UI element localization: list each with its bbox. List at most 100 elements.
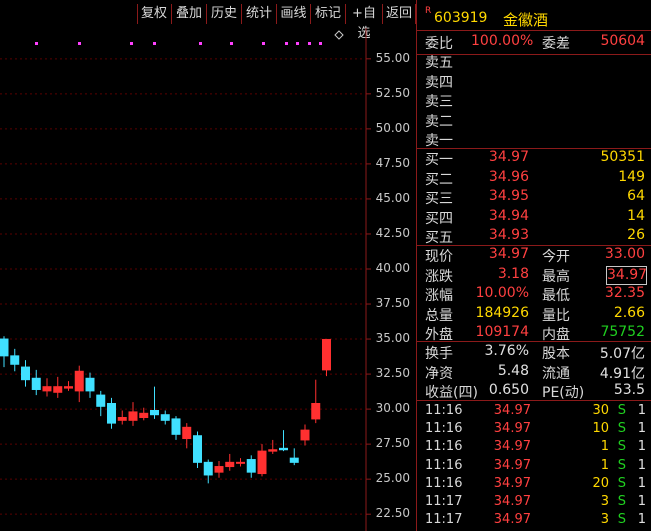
trade-time: 11:16 — [425, 457, 463, 473]
candle-body[interactable] — [182, 426, 192, 440]
event-marker[interactable] — [78, 42, 81, 45]
buy_orders-row[interactable]: 买一 34.97 50351 — [417, 149, 651, 169]
sell_orders-row[interactable]: 卖二 — [417, 111, 651, 131]
trade-row[interactable]: 11:16 34.97 30 S 1 — [417, 403, 651, 421]
candle-body[interactable] — [257, 450, 267, 475]
candle-body[interactable] — [171, 418, 181, 435]
candle-body[interactable] — [236, 461, 245, 464]
candle-body[interactable] — [311, 402, 321, 420]
event-marker[interactable] — [153, 42, 156, 45]
event-marker[interactable] — [285, 42, 288, 45]
trade-row[interactable]: 11:16 34.97 1 S 1 — [417, 439, 651, 457]
stat-label: 收益(四) — [425, 385, 478, 401]
stock-flag: R — [425, 6, 432, 16]
candle-body[interactable] — [53, 386, 63, 393]
trade-side: S — [617, 421, 626, 437]
trade-row[interactable]: 11:17 34.97 3 S 1 — [417, 512, 651, 530]
candle-body[interactable] — [268, 449, 278, 452]
event-marker[interactable] — [230, 42, 233, 45]
candle-body[interactable] — [0, 338, 9, 357]
trade-row[interactable]: 11:16 34.97 1 S 1 — [417, 458, 651, 476]
event-marker[interactable] — [199, 42, 202, 45]
candle-body[interactable] — [193, 435, 202, 463]
candlestick-chart[interactable]: 55.00 52.50 50.00 47.50 45.00 42.50 40.00 37.50… — [0, 28, 416, 531]
candle-body[interactable] — [322, 338, 331, 371]
stat-value: 0.650 — [488, 382, 529, 398]
candle-body[interactable] — [279, 447, 288, 451]
trade-volume: 1 — [600, 457, 609, 473]
stat-label: 最高 — [542, 268, 570, 285]
buy_orders-price: 34.97 — [488, 149, 529, 165]
event-marker[interactable] — [35, 42, 38, 45]
buy_orders-row[interactable]: 买三 34.95 64 — [417, 188, 651, 208]
candle-body[interactable] — [107, 402, 116, 424]
event-marker[interactable] — [319, 42, 322, 45]
stat-value: 10.00% — [475, 285, 529, 301]
stat-value: 2.66 — [613, 304, 645, 321]
event-marker[interactable] — [130, 42, 133, 45]
event-marker[interactable] — [308, 42, 311, 45]
candle-body[interactable] — [300, 429, 310, 441]
toolbar-button-fanhui[interactable]: 返回 — [383, 4, 416, 24]
candle-body[interactable] — [128, 411, 138, 421]
candle-body[interactable] — [96, 394, 106, 407]
toolbar-button-huaxian[interactable]: 画线 — [277, 4, 311, 24]
stat-label: 流通 — [542, 365, 570, 382]
stock-name: 金徽酒 — [503, 11, 549, 29]
buy_orders-row[interactable]: 买四 34.94 14 — [417, 208, 651, 228]
y-tick-label: 55.00 — [375, 50, 410, 65]
buy_orders-row[interactable]: 买五 34.93 26 — [417, 227, 651, 247]
trade-count: 1 — [637, 457, 646, 473]
buy_orders-volume: 14 — [627, 207, 645, 224]
candle-body[interactable] — [225, 461, 235, 468]
toolbar-button-diejia[interactable]: 叠加 — [172, 4, 207, 24]
stat-label: 现价 — [425, 249, 453, 265]
toolbar-button-tongji[interactable]: 统计 — [242, 4, 277, 24]
candle-body[interactable] — [31, 377, 41, 390]
candle-body[interactable] — [289, 457, 299, 463]
event-marker[interactable] — [262, 42, 265, 45]
candle-body[interactable] — [214, 466, 224, 473]
candle-body[interactable] — [160, 414, 170, 421]
toolbar-button-lishi[interactable]: 历史 — [207, 4, 242, 24]
y-tick-label: 47.50 — [375, 155, 410, 170]
trade-price: 34.97 — [493, 421, 531, 437]
candle-body[interactable] — [139, 412, 149, 419]
candle-body[interactable] — [85, 377, 95, 392]
trade-row[interactable]: 11:16 34.97 20 S 1 — [417, 476, 651, 494]
sell_orders-row[interactable]: 卖一 — [417, 130, 651, 150]
stat-row: 换手 3.76% 股本 5.07亿 — [417, 343, 651, 363]
candle-body[interactable] — [203, 461, 213, 476]
candle-body[interactable] — [150, 410, 159, 416]
buy_orders-price: 34.96 — [488, 168, 529, 185]
stat-value: 4.91亿 — [599, 365, 645, 382]
buy_orders-row[interactable]: 买二 34.96 149 — [417, 169, 651, 189]
y-tick-label: 25.00 — [375, 471, 410, 486]
sell_orders-label: 卖三 — [425, 94, 453, 110]
sell_orders-row[interactable]: 卖五 — [417, 52, 651, 72]
sell_orders-row[interactable]: 卖三 — [417, 91, 651, 111]
stat-value: 75752 — [600, 324, 645, 340]
candle-body[interactable] — [117, 417, 127, 421]
toolbar-button-biaoji[interactable]: 标记 — [311, 4, 346, 24]
trade-row[interactable]: 11:16 34.97 10 S 1 — [417, 421, 651, 439]
candle-body[interactable] — [74, 370, 84, 392]
candle-body[interactable] — [10, 355, 20, 365]
candle-body[interactable] — [246, 459, 256, 473]
candle-body[interactable] — [21, 366, 30, 381]
toolbar-button-zixuan[interactable]: +自选 — [346, 4, 383, 41]
stat-label: 涨幅 — [425, 288, 453, 304]
sell_orders-row[interactable]: 卖四 — [417, 72, 651, 92]
toolbar-button-fuquan[interactable]: 复权 — [137, 4, 172, 24]
stat-label: PE(动) — [542, 385, 585, 401]
trade-time: 11:17 — [425, 512, 463, 528]
event-marker[interactable] — [296, 42, 299, 45]
trade-row[interactable]: 11:17 34.97 3 S 1 — [417, 494, 651, 512]
trade-time: 11:17 — [425, 494, 463, 509]
stat-row: 总量 184926 量比 2.66 — [417, 305, 651, 325]
trade-side: S — [617, 475, 626, 491]
diamond-icon[interactable] — [334, 30, 344, 40]
candle-body[interactable] — [64, 386, 73, 389]
candle-body[interactable] — [42, 386, 52, 392]
stat-value: 5.07亿 — [599, 346, 645, 362]
